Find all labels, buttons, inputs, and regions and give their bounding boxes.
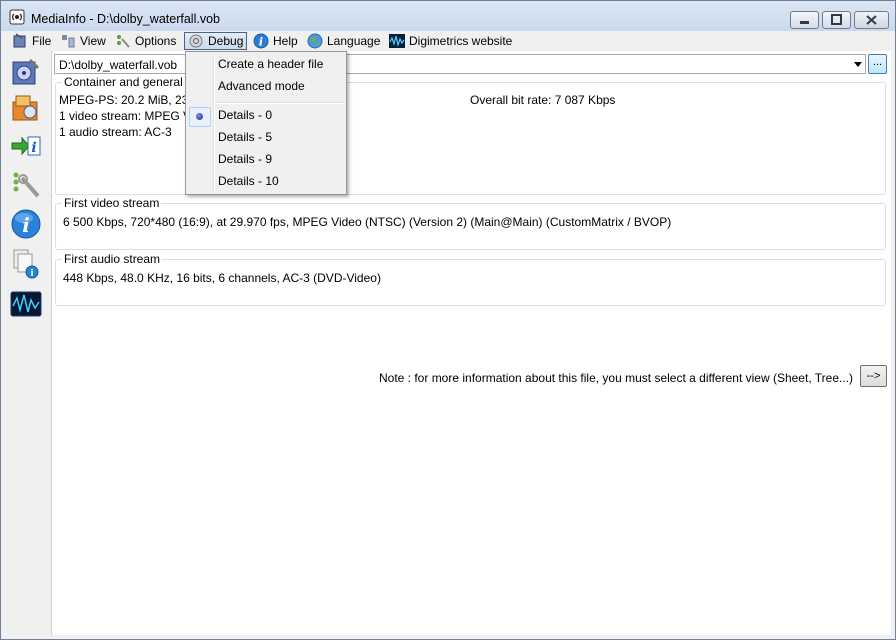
- menu-item-details-10[interactable]: Details - 10: [218, 171, 279, 191]
- audio-details: 448 Kbps, 48.0 KHz, 16 bits, 6 channels,…: [63, 271, 381, 285]
- digimetrics-logo-icon: [10, 291, 42, 317]
- menu-view[interactable]: View: [57, 32, 109, 50]
- video-group-title: First video stream: [62, 196, 162, 210]
- open-folder-icon: [12, 95, 38, 121]
- maximize-icon: [831, 14, 842, 25]
- svg-text:i: i: [22, 213, 30, 237]
- svg-text:i: i: [30, 269, 33, 279]
- menu-help-label: Help: [273, 34, 298, 48]
- debug-dropdown-menu: Create a header file Advanced mode Detai…: [185, 51, 347, 195]
- menu-item-details-0[interactable]: Details - 0: [218, 105, 272, 125]
- file-select[interactable]: D:\dolby_waterfall.vob: [54, 54, 866, 74]
- audio-group-title: First audio stream: [62, 252, 163, 266]
- menu-options-label: Options: [135, 34, 177, 48]
- menu-item-details-9[interactable]: Details - 9: [218, 149, 272, 169]
- globe-icon: [307, 33, 323, 49]
- menu-separator: [216, 102, 344, 104]
- browse-button[interactable]: ...: [868, 54, 887, 74]
- menu-view-label: View: [80, 34, 106, 48]
- open-folder-button[interactable]: [9, 91, 43, 125]
- about-button[interactable]: i: [9, 207, 43, 241]
- video-details: 6 500 Kbps, 720*480 (16:9), at 29.970 fp…: [63, 215, 672, 229]
- mediainfo-window: MediaInfo - D:\dolby_waterfall.vob File …: [0, 0, 896, 640]
- menu-file-label: File: [32, 34, 52, 48]
- menu-digimetrics-website[interactable]: Digimetrics website: [386, 32, 515, 50]
- svg-text:i: i: [259, 36, 263, 49]
- export-button[interactable]: i: [9, 129, 43, 163]
- menu-website-label: Digimetrics website: [409, 34, 513, 48]
- info-icon: i: [11, 209, 41, 239]
- close-button[interactable]: [854, 11, 889, 29]
- menu-options[interactable]: Options: [112, 32, 179, 50]
- open-file-button[interactable]: [9, 55, 43, 89]
- radio-selected-icon: [189, 107, 211, 127]
- menu-help[interactable]: i Help: [250, 32, 301, 50]
- overall-bitrate: Overall bit rate: 7 087 Kbps: [470, 93, 616, 107]
- menu-item-details-5[interactable]: Details - 5: [218, 127, 272, 147]
- title-bar: MediaInfo - D:\dolby_waterfall.vob: [1, 1, 895, 31]
- menu-language-label: Language: [327, 34, 381, 48]
- container-format-line: MPEG-PS: 20.2 MiB, 23: [59, 93, 189, 107]
- preferences-icon: [13, 172, 40, 198]
- file-select-value: D:\dolby_waterfall.vob: [59, 58, 178, 72]
- options-icon: [117, 35, 130, 48]
- change-view-button[interactable]: -->: [860, 365, 887, 387]
- properties-icon: i: [13, 249, 39, 279]
- audio-group: First audio stream 448 Kbps, 48.0 KHz, 1…: [55, 253, 886, 306]
- menu-item-create-header-file[interactable]: Create a header file: [218, 54, 323, 74]
- container-group: Container and general information MPEG-P…: [55, 76, 886, 195]
- mediainfo-app-icon: [9, 9, 25, 25]
- left-toolbar: i i i: [5, 51, 49, 635]
- chevron-down-icon: [854, 62, 862, 67]
- main-panel: D:\dolby_waterfall.vob ... Container and…: [51, 51, 891, 635]
- maximize-button[interactable]: [822, 11, 851, 29]
- menu-language[interactable]: Language: [304, 32, 383, 50]
- window-title: MediaInfo - D:\dolby_waterfall.vob: [31, 12, 220, 26]
- debug-icon: [189, 34, 203, 48]
- digimetrics-icon: [389, 34, 405, 48]
- minimize-button[interactable]: [790, 11, 819, 29]
- view-icon: [62, 35, 75, 48]
- minimize-icon: [800, 21, 809, 24]
- video-group: First video stream 6 500 Kbps, 720*480 (…: [55, 197, 886, 250]
- menu-debug[interactable]: Debug: [184, 32, 248, 50]
- view-note: Note : for more information about this f…: [379, 371, 853, 385]
- menu-file[interactable]: File: [9, 32, 54, 50]
- open-file-icon: [12, 58, 40, 85]
- help-icon: i: [253, 33, 269, 49]
- close-icon: [866, 15, 877, 25]
- digimetrics-button[interactable]: [9, 287, 43, 321]
- menu-item-advanced-mode[interactable]: Advanced mode: [218, 76, 305, 96]
- menu-debug-label: Debug: [208, 34, 244, 48]
- svg-text:i: i: [31, 140, 36, 156]
- preferences-button[interactable]: [9, 167, 43, 201]
- menu-bar: File View Options Debug i Help Language …: [1, 31, 895, 51]
- container-audio-line: 1 audio stream: AC-3: [59, 125, 172, 139]
- export-info-icon: i: [11, 136, 41, 156]
- properties-button[interactable]: i: [9, 247, 43, 281]
- file-icon: [13, 33, 26, 48]
